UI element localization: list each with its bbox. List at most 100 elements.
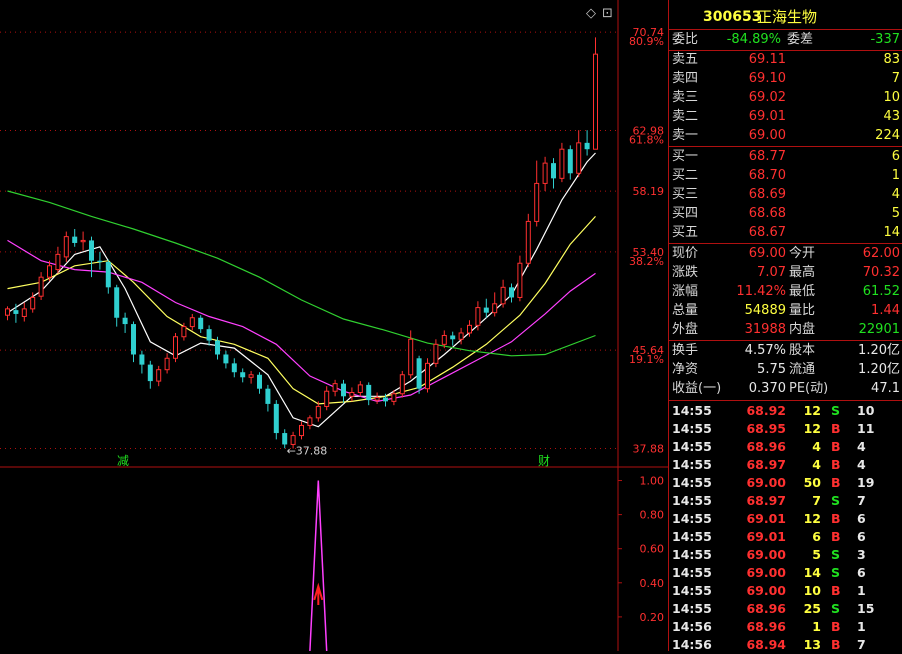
candle	[584, 130, 590, 156]
candle-body	[542, 162, 548, 184]
trade-volume: 4	[812, 457, 821, 472]
candle-body	[215, 340, 220, 355]
candle	[97, 251, 103, 270]
event-marker-finance[interactable]: 财	[538, 454, 550, 468]
trade-time: 14:55	[672, 547, 712, 562]
candle	[273, 400, 279, 440]
ma60-line	[7, 190, 596, 357]
weicha-label: 委差	[787, 32, 814, 47]
window-icon[interactable]: ⊡	[602, 6, 613, 21]
trade-volume: 12	[803, 421, 821, 436]
candle-body	[131, 324, 136, 355]
weibi-label: 委比	[672, 32, 699, 47]
trade-row[interactable]: 14:56 68.96 1 B 1	[669, 618, 902, 636]
sell-level-row[interactable]: 卖三 69.02 10	[669, 88, 902, 107]
candle-body	[257, 374, 262, 389]
buy-level-row[interactable]: 买一 68.77 6	[669, 147, 902, 166]
trade-count: 1	[857, 619, 866, 634]
trade-price: 68.97	[746, 457, 786, 472]
sell-level-row[interactable]: 卖五 69.11 83	[669, 50, 902, 69]
candle-body	[483, 307, 489, 313]
trade-row[interactable]: 14:55 68.95 12 B 11	[669, 420, 902, 438]
buy-level-label: 买三	[672, 187, 699, 202]
diamond-icon[interactable]: ◇	[586, 6, 596, 21]
candle-body	[441, 334, 447, 345]
info-row: 净资 5.75 流通 1.20亿	[669, 360, 902, 379]
trade-volume: 5	[812, 547, 821, 562]
stat-value: 54889	[744, 303, 786, 318]
buy-level-row[interactable]: 买三 68.69 4	[669, 185, 902, 204]
trade-row[interactable]: 14:55 69.00 10 B 1	[669, 582, 902, 600]
trade-side: B	[831, 475, 841, 490]
candle	[332, 379, 338, 397]
trade-row[interactable]: 14:55 68.97 7 S 7	[669, 492, 902, 510]
candle-body	[332, 383, 338, 392]
candle-body	[80, 239, 86, 243]
trade-row[interactable]: 14:55 68.96 25 S 15	[669, 600, 902, 618]
trade-row[interactable]: 14:55 68.92 12 S 10	[669, 402, 902, 420]
trade-side: B	[831, 457, 841, 472]
trade-price: 69.00	[746, 565, 786, 580]
candle-body	[307, 417, 313, 426]
candle-body	[55, 253, 61, 271]
info-label: 净资	[672, 362, 699, 377]
trade-row[interactable]: 14:56 68.94 13 B 7	[669, 636, 902, 654]
trade-row[interactable]: 14:55 69.01 6 B 6	[669, 528, 902, 546]
trade-price: 68.94	[746, 637, 786, 652]
event-marker-reduce[interactable]: 减	[117, 454, 129, 468]
candle-body	[576, 142, 582, 174]
candle-body	[122, 317, 128, 325]
candle	[105, 259, 111, 294]
sell-level-label: 卖四	[672, 71, 699, 86]
buy-level-row[interactable]: 买五 68.67 14	[669, 223, 902, 242]
trade-time: 14:55	[672, 421, 712, 436]
trade-row[interactable]: 14:55 69.00 5 S 3	[669, 546, 902, 564]
candle-body	[206, 329, 212, 341]
trade-count: 10	[857, 403, 875, 418]
trade-price: 68.97	[746, 493, 786, 508]
trade-side: B	[831, 511, 841, 526]
candle-body	[383, 397, 388, 402]
buy-level-volume: 4	[891, 187, 900, 202]
buy-level-row[interactable]: 买四 68.68 5	[669, 204, 902, 223]
price-tick-label: 58.19	[633, 185, 665, 198]
fib-pct-label: 80.9%	[629, 35, 664, 48]
ma10-line	[7, 215, 596, 405]
trade-row[interactable]: 14:55 69.01 12 B 6	[669, 510, 902, 528]
trade-count: 4	[857, 439, 866, 454]
sell-level-price: 69.02	[748, 90, 786, 105]
candle-body	[467, 324, 472, 334]
stat-label: 量比	[789, 303, 816, 318]
candle	[366, 382, 372, 406]
trade-time: 14:55	[672, 565, 712, 580]
candle-body	[399, 374, 405, 395]
buy-level-volume: 14	[883, 225, 900, 240]
candle	[198, 315, 204, 333]
trade-row[interactable]: 14:55 69.00 14 S 6	[669, 564, 902, 582]
candle	[567, 145, 573, 180]
sell-level-row[interactable]: 卖四 69.10 7	[669, 69, 902, 88]
candle-body	[450, 335, 456, 340]
trade-row[interactable]: 14:55 68.96 4 B 4	[669, 438, 902, 456]
candle-body	[324, 390, 330, 407]
trade-row[interactable]: 14:55 69.00 50 B 19	[669, 474, 902, 492]
candle-body	[63, 236, 69, 258]
price-tick-label: 37.88	[633, 443, 665, 456]
candle	[315, 401, 321, 422]
sell-level-row[interactable]: 卖二 69.01 43	[669, 107, 902, 126]
candle	[122, 312, 128, 333]
candle	[231, 358, 237, 378]
buy-level-row[interactable]: 买二 68.70 1	[669, 166, 902, 185]
candle-body	[374, 397, 380, 401]
trade-time: 14:55	[672, 403, 712, 418]
trade-price: 68.96	[746, 619, 786, 634]
kline-chart[interactable]: 70.7462.9858.1953.4045.6437.8880.9%61.8%…	[0, 0, 668, 651]
buy-level-price: 68.67	[748, 225, 786, 240]
candle-body	[97, 260, 103, 262]
candle-body	[13, 310, 19, 314]
stat-label: 最高	[789, 265, 816, 280]
sell-level-row[interactable]: 卖一 69.00 224	[669, 126, 902, 145]
info-value: 0.370	[748, 381, 786, 396]
trade-row[interactable]: 14:55 68.97 4 B 4	[669, 456, 902, 474]
stat-label: 涨跌	[672, 265, 699, 280]
